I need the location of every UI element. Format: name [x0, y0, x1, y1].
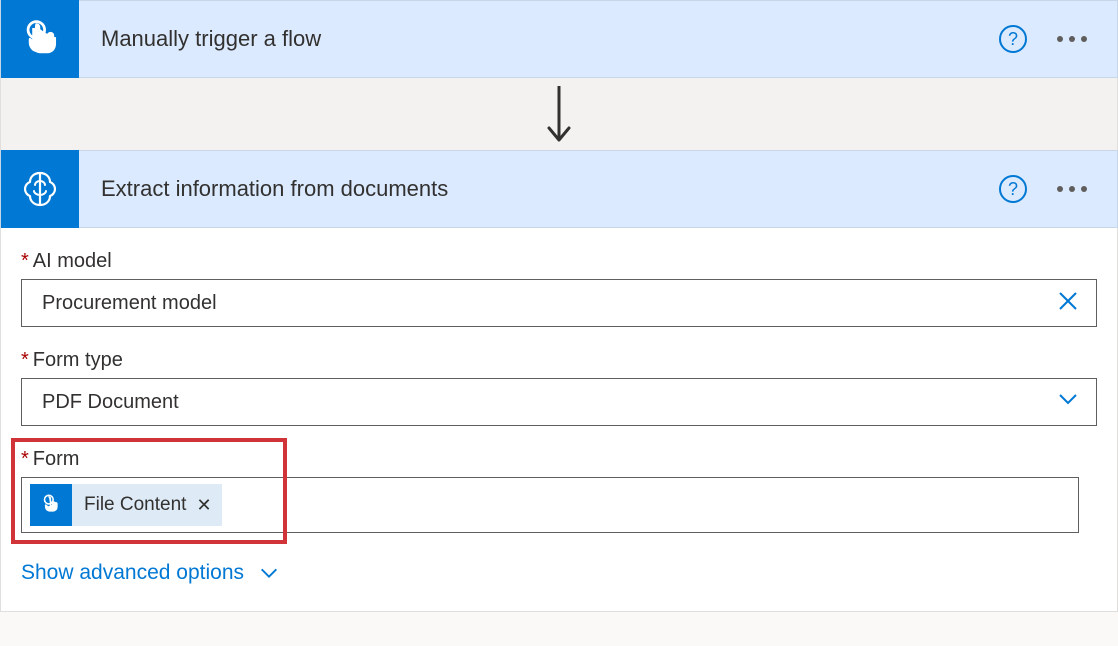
ai-model-input[interactable]: Procurement model — [21, 279, 1097, 327]
chevron-down-icon[interactable] — [1052, 387, 1084, 417]
brain-icon — [16, 165, 64, 213]
action-card-body: *AI model Procurement model *Form type P… — [0, 228, 1118, 612]
form-input[interactable]: File Content ✕ — [21, 477, 1079, 533]
trigger-title: Manually trigger a flow — [79, 26, 999, 52]
help-icon[interactable]: ? — [999, 25, 1027, 53]
flow-connector — [0, 78, 1118, 150]
ai-model-value: Procurement model — [34, 292, 1052, 315]
form-type-value: PDF Document — [34, 391, 1052, 414]
trigger-icon-tile — [1, 0, 79, 78]
more-menu-icon[interactable] — [1057, 186, 1087, 192]
clear-icon[interactable] — [1052, 288, 1084, 319]
show-advanced-options-link[interactable]: Show advanced options — [21, 555, 280, 585]
trigger-card-header[interactable]: Manually trigger a flow ? — [0, 0, 1118, 78]
file-content-token[interactable]: File Content ✕ — [30, 484, 222, 526]
remove-token-icon[interactable]: ✕ — [196, 495, 211, 516]
touch-icon — [18, 17, 62, 61]
form-type-select[interactable]: PDF Document — [21, 378, 1097, 426]
action-title: Extract information from documents — [79, 176, 999, 202]
ai-model-field: *AI model Procurement model — [21, 250, 1097, 327]
action-icon-tile — [1, 150, 79, 228]
form-type-field: *Form type PDF Document — [21, 349, 1097, 426]
form-field: *Form File Content ✕ — [21, 448, 1097, 533]
form-label: *Form — [21, 448, 1097, 471]
touch-icon — [30, 484, 72, 526]
more-menu-icon[interactable] — [1057, 36, 1087, 42]
action-card-header[interactable]: Extract information from documents ? — [0, 150, 1118, 228]
chevron-down-icon — [258, 562, 280, 584]
help-icon[interactable]: ? — [999, 175, 1027, 203]
form-type-label: *Form type — [21, 349, 1097, 372]
arrow-down-icon — [544, 84, 574, 144]
token-label: File Content — [84, 494, 186, 516]
ai-model-label: *AI model — [21, 250, 1097, 273]
